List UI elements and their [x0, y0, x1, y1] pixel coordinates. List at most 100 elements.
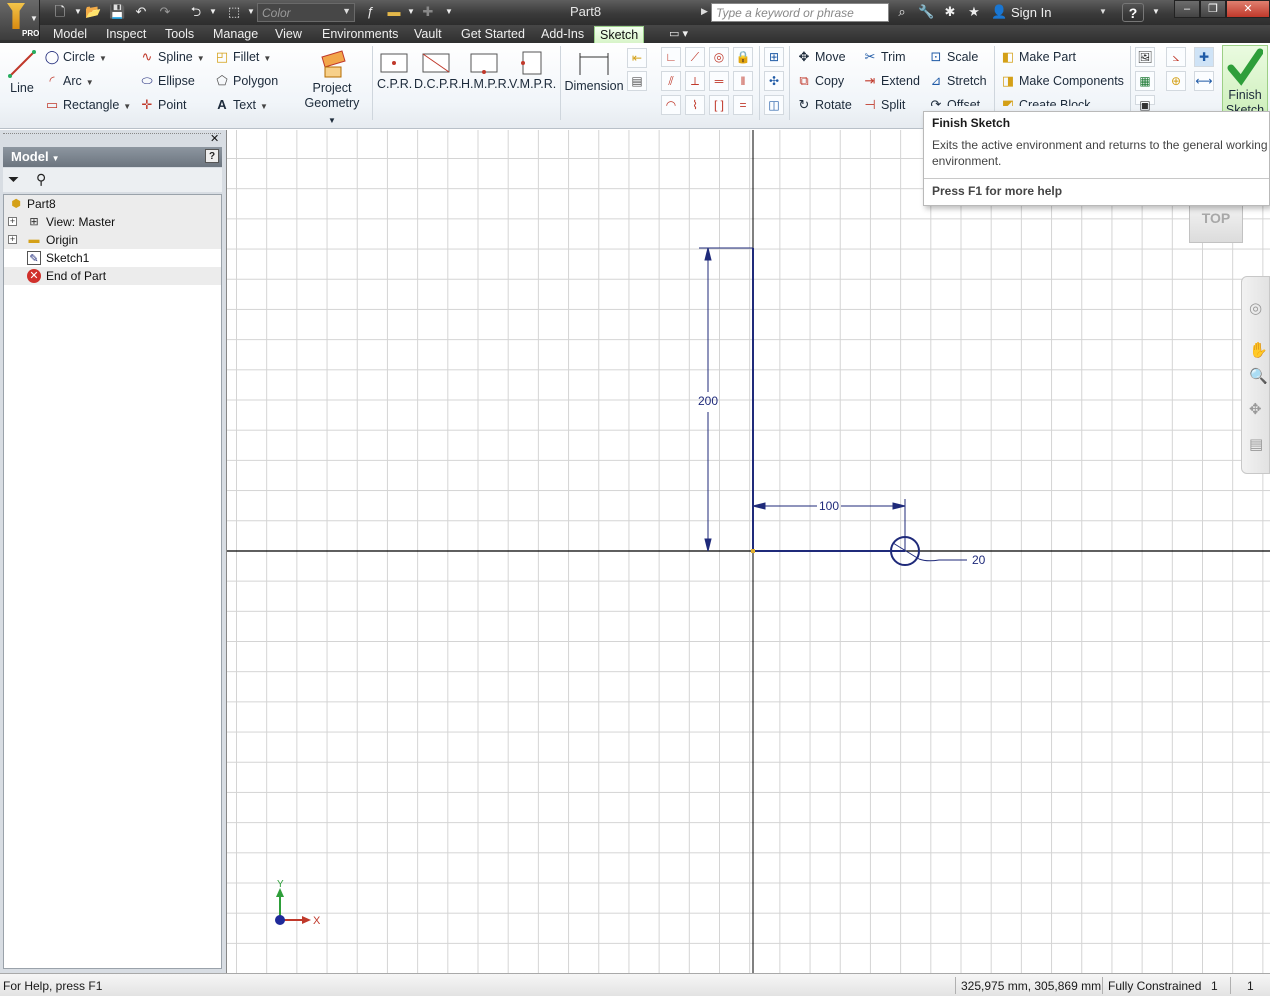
chevron-down-icon[interactable]: ▼: [1148, 4, 1164, 20]
close-icon[interactable]: ✕: [210, 132, 219, 145]
chevron-down-icon[interactable]: ▼: [70, 4, 86, 20]
vmpr-button[interactable]: V.M.P.R.: [509, 51, 556, 92]
offset-button[interactable]: ⟳ Offset: [928, 96, 981, 106]
tab-tools[interactable]: Tools: [160, 26, 199, 43]
maximize-icon[interactable]: ❐: [1200, 0, 1226, 18]
new-file-icon[interactable]: 🗋: [52, 4, 68, 20]
binoculars-icon[interactable]: ⌕: [894, 4, 910, 20]
make-components-button[interactable]: ◨ Make Components: [1000, 72, 1124, 90]
center-point-icon[interactable]: ✚: [1194, 47, 1214, 67]
tree-item-view[interactable]: + ⊞ View: Master: [4, 213, 221, 231]
expand-icon[interactable]: +: [8, 217, 17, 226]
fillet-button[interactable]: ◰ Fillet ▼: [214, 48, 271, 66]
redo-icon[interactable]: ↷: [157, 4, 173, 20]
browser-title[interactable]: Model ▼ ?: [3, 147, 222, 167]
tree-item-origin[interactable]: + ▬ Origin: [4, 231, 221, 249]
tab-view[interactable]: View: [270, 26, 307, 43]
select-icon[interactable]: ⬚: [226, 4, 242, 20]
arc-button[interactable]: ◜ Arc ▼: [44, 72, 93, 90]
dimension-100-label[interactable]: 100: [819, 499, 839, 513]
pan-icon[interactable]: ✋: [1249, 341, 1268, 359]
return-icon[interactable]: ⮌: [188, 4, 204, 20]
rectangle-button[interactable]: ▭ Rectangle ▼: [44, 96, 131, 114]
scale-button[interactable]: ⊡ Scale: [928, 48, 979, 66]
acad-icon[interactable]: ▣: [1135, 95, 1155, 112]
perpendicular-constraint-icon[interactable]: ⟂: [685, 71, 705, 91]
auto-dimension-icon[interactable]: ⇤: [627, 48, 647, 68]
chevron-down-icon[interactable]: ▼: [403, 4, 419, 20]
dimension-200-label[interactable]: 200: [698, 394, 718, 408]
spline-button[interactable]: ∿ Spline ▼: [139, 48, 205, 66]
centerline-icon[interactable]: ⊕: [1166, 71, 1186, 91]
horizontal-constraint-icon[interactable]: ═: [709, 71, 729, 91]
stretch-button[interactable]: ⊿ Stretch: [928, 72, 987, 90]
line-button[interactable]: Line: [5, 49, 39, 96]
tab-manage[interactable]: Manage: [208, 26, 263, 43]
steering-wheel-icon[interactable]: ◎: [1249, 299, 1262, 317]
tangent-constraint-icon[interactable]: ◠: [661, 95, 681, 115]
dimension-20-label[interactable]: 20: [972, 553, 986, 567]
measure-icon[interactable]: ▬: [386, 4, 402, 20]
binoculars-icon[interactable]: ⚲: [36, 171, 46, 188]
rectangular-pattern-icon[interactable]: ⊞: [764, 47, 784, 67]
filter-icon[interactable]: ⏷: [8, 171, 19, 188]
insert-image-icon[interactable]: 🖼: [1135, 47, 1155, 67]
collinear-constraint-icon[interactable]: ⟋: [685, 47, 705, 67]
function-icon[interactable]: ƒ: [362, 4, 378, 20]
tab-vault[interactable]: Vault: [409, 26, 447, 43]
ellipse-button[interactable]: ⬭ Ellipse: [139, 72, 194, 90]
parallel-constraint-icon[interactable]: ⫽: [661, 71, 681, 91]
favorites-star-icon[interactable]: ★: [966, 4, 982, 20]
expand-icon[interactable]: +: [8, 235, 17, 244]
driven-dimension-icon[interactable]: ⟷: [1194, 71, 1214, 91]
open-folder-icon[interactable]: 📂: [85, 4, 101, 20]
create-block-button[interactable]: ◩ Create Block: [1000, 96, 1091, 106]
close-icon[interactable]: ✕: [1226, 0, 1270, 18]
make-part-button[interactable]: ◧ Make Part: [1000, 48, 1076, 66]
save-icon[interactable]: 💾: [109, 4, 125, 20]
tab-model[interactable]: Model: [48, 26, 92, 43]
sketch-profile[interactable]: [752, 248, 920, 566]
tab-add-ins[interactable]: Add-Ins: [536, 26, 589, 43]
color-dropdown[interactable]: Color ▼: [257, 3, 355, 22]
smooth-constraint-icon[interactable]: ⌇: [685, 95, 705, 115]
cpr-button[interactable]: C.P.R.: [377, 51, 412, 92]
equal-constraint-icon[interactable]: =: [733, 95, 753, 115]
fix-constraint-icon[interactable]: 🔒: [733, 47, 753, 67]
help-icon[interactable]: ?: [205, 149, 219, 163]
concentric-constraint-icon[interactable]: ◎: [709, 47, 729, 67]
undo-icon[interactable]: ↶: [133, 4, 149, 20]
mirror-icon[interactable]: ◫: [764, 95, 784, 115]
construction-icon[interactable]: ⦣: [1166, 47, 1186, 67]
show-constraints-icon[interactable]: ▤: [627, 71, 647, 91]
point-button[interactable]: ✛ Point: [139, 96, 187, 114]
copy-button[interactable]: ⧉ Copy: [796, 72, 844, 90]
coincident-constraint-icon[interactable]: ∟: [661, 47, 681, 67]
search-expand-icon[interactable]: ▶: [701, 6, 708, 17]
project-geometry-button[interactable]: Project Geometry ▼: [300, 47, 364, 128]
trim-button[interactable]: ✂ Trim: [862, 48, 906, 66]
application-menu-button[interactable]: PRO ▼: [0, 0, 40, 40]
add-icon[interactable]: ✚: [420, 4, 436, 20]
wrench-icon[interactable]: 🔧: [918, 4, 934, 20]
dcpr-button[interactable]: D.C.P.R.: [414, 51, 462, 92]
tree-item-end-of-part[interactable]: ✕ End of Part: [4, 267, 221, 285]
tab-sketch[interactable]: Sketch: [594, 26, 645, 43]
chevron-down-icon[interactable]: ▼: [1099, 7, 1107, 16]
sign-in-link[interactable]: Sign In: [1011, 5, 1051, 20]
tab-inspect[interactable]: Inspect: [101, 26, 151, 43]
tab-environments[interactable]: Environments: [317, 26, 403, 43]
graphics-window[interactable]: 200 100 20 Y X: [226, 130, 1270, 973]
rotate-button[interactable]: ↻ Rotate: [796, 96, 852, 114]
tree-item-sketch[interactable]: ✎ Sketch1: [4, 249, 221, 267]
insert-excel-icon[interactable]: ▦: [1135, 71, 1155, 91]
chevron-down-icon[interactable]: ▼: [205, 4, 221, 20]
search-input[interactable]: Type a keyword or phrase: [711, 3, 889, 22]
circular-pattern-icon[interactable]: ✣: [764, 71, 784, 91]
chevron-down-icon[interactable]: ▼: [441, 4, 457, 20]
extend-button[interactable]: ⇥ Extend: [862, 72, 920, 90]
orbit-icon[interactable]: ✥: [1249, 400, 1262, 418]
satellite-icon[interactable]: ✱: [942, 4, 958, 20]
polygon-button[interactable]: ⬠ Polygon: [214, 72, 278, 90]
vertical-constraint-icon[interactable]: ‖: [733, 71, 753, 91]
